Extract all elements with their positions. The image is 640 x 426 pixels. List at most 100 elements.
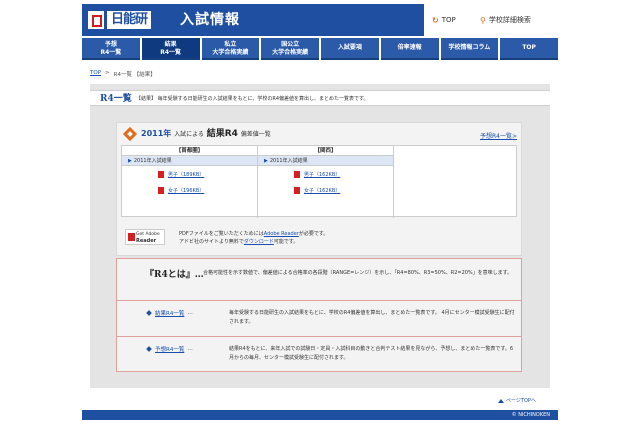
pdf-icon (158, 170, 164, 178)
nav-tab-line1: 国公立 (281, 41, 300, 48)
result-r4-label: 結果R4 (206, 129, 238, 139)
year-by-label: 入試による (174, 131, 204, 138)
pdf-link-boys[interactable]: 男子（189KB） (168, 171, 204, 178)
nav-tab-school-column[interactable]: 学校情報コラム (440, 38, 499, 60)
download-link[interactable]: ダウンロード (244, 239, 274, 245)
page-title: R4一覧 (100, 94, 132, 104)
badge-line1: Get Adobe (136, 232, 160, 237)
badge-line2: Reader (136, 238, 157, 244)
nav-tab-line1: 予想 (104, 41, 117, 48)
results-2011-box: 2011年 入試による 結果R4 偏差値一覧 予想R4一覧> 【首都圏】 ▶ 20… (116, 122, 522, 256)
logo-text: 日能研 (107, 11, 152, 29)
nav-tab-forecast-r4[interactable]: 予想 R4一覧 (82, 38, 140, 60)
header-search-link[interactable]: ⚲ 学校詳細検索 (480, 14, 531, 26)
breadcrumb-separator: > (105, 70, 110, 76)
get-adobe-reader-badge[interactable]: Get Adobe Reader (125, 229, 165, 245)
adobe-text2-post: 可能です。 (273, 239, 299, 245)
search-icon: ⚲ (480, 15, 486, 25)
copyright: © NICHINOKEN (511, 412, 550, 418)
adobe-text1-pre: PDFファイルをご覧いただくためには (179, 231, 264, 237)
main-nav: 予想 R4一覧 結果 R4一覧 私立 大学合格実績 国公立 大学合格実績 入試要項 倍率… (82, 38, 558, 60)
adobe-reader-note: Get Adobe Reader PDFファイルをご覧いただくためにはAdobe… (125, 227, 505, 249)
forecast-r4-link-bottom[interactable]: 予想R4一覧 (155, 345, 184, 353)
nav-tab-label: 入試要項 (337, 44, 362, 51)
site-title: 入試情報 (180, 12, 240, 28)
adobe-reader-link[interactable]: Adobe Reader (264, 231, 299, 237)
nav-tab-label: TOP (522, 44, 536, 51)
page-description: 【結果】 毎年受験する日能研生の入試結果をもとに、学校のR4偏差値を算出し、まと… (136, 96, 369, 102)
column-subheader-text: 2011年入試結果 (269, 158, 308, 164)
adobe-text2-pre: アドビ社のサイトより無料で (179, 239, 244, 245)
triangle-right-icon: ▶ (264, 158, 268, 164)
header-top-link[interactable]: ↻ TOP (432, 14, 456, 26)
page-top-label: ページTOPへ (506, 398, 536, 404)
nav-tab-line2: R4一覧 (160, 49, 182, 56)
pdf-icon (158, 186, 164, 194)
nav-tab-label: 学校情報コラム (448, 44, 491, 51)
pdf-icon (294, 170, 300, 178)
region-column-shutoken: 【首都圏】 ▶ 2011年入試結果 男子（189KB） 女子（196KB） (122, 146, 258, 218)
column-subheader: ▶ 2011年入試結果 (258, 156, 393, 166)
result-r4-description: 毎年受験する日能研生の入試結果をもとに、学校のR4偏差値を算出し、まとめた一覧表… (229, 310, 515, 325)
pdf-link-girls[interactable]: 女子（196KB） (168, 187, 204, 194)
r4-header-bar: R4一覧 【結果】 毎年受験する日能研生の入試結果をもとに、学校のR4偏差値を算… (90, 90, 550, 106)
r4-what-description: 合格可能性を示す数値で、偏差値による合格率の各段階（RANGE=レンジ）を示し、… (203, 270, 513, 276)
nav-tab-line2: R4一覧 (100, 49, 122, 56)
return-arrow-icon: ↻ (432, 15, 439, 25)
header-links: ↻ TOP ⚲ 学校詳細検索 (424, 4, 558, 36)
pdf-row: 女子（196KB） (122, 182, 257, 198)
header: 日能研 入試情報 ↻ TOP ⚲ 学校詳細検索 (82, 4, 558, 36)
nav-tab-line2: 大学合格実績 (272, 49, 309, 56)
page-top-link[interactable]: ページTOPへ (498, 397, 536, 404)
nav-tab-public-univ[interactable]: 国公立 大学合格実績 (261, 38, 319, 60)
diamond-bullet-icon (122, 126, 138, 142)
year-label: 2011年 (141, 129, 172, 138)
page: 日能研 入試情報 ↻ TOP ⚲ 学校詳細検索 予想 R4一覧 結果 R4一覧 私立… (0, 0, 640, 426)
column-subheader: ▶ 2011年入試結果 (122, 156, 257, 166)
nav-tab-line1: 私立 (224, 41, 237, 48)
breadcrumb-top-link[interactable]: TOP (90, 70, 101, 78)
diamond-bullet-icon (146, 346, 152, 352)
region-column-kansai: 【関西】 ▶ 2011年入試結果 男子（162KB） 女子（162KB） (258, 146, 394, 218)
pdf-icon (294, 186, 300, 194)
up-arrow-icon (498, 398, 504, 403)
result-r4-link[interactable]: 結果R4一覧 (155, 309, 184, 317)
content-panel: R4一覧 【結果】 毎年受験する日能研生の入試結果をもとに、学校のR4偏差値を算… (90, 84, 550, 388)
column-header: 【関西】 (258, 146, 393, 156)
nav-tab-label: 倍率速報 (397, 44, 422, 51)
nav-tab-private-univ[interactable]: 私立 大学合格実績 (201, 38, 260, 60)
breadcrumb-current: R4一覧 【結果】 (113, 72, 156, 78)
forecast-r4-link[interactable]: 予想R4一覧> (480, 131, 517, 140)
column-header: 【首都圏】 (122, 146, 257, 156)
pdf-link-girls[interactable]: 女子（162KB） (304, 187, 340, 194)
column-subheader-text: 2011年入試結果 (133, 158, 172, 164)
diamond-bullet-icon (146, 310, 152, 316)
nav-tab-ratio-news[interactable]: 倍率速報 (380, 38, 439, 60)
nav-tab-admission-guide[interactable]: 入試要項 (321, 38, 379, 60)
ellipsis: … (187, 346, 193, 352)
pdf-row: 男子（162KB） (258, 166, 393, 182)
result-r4-item: 結果R4一覧… (146, 309, 193, 317)
nav-tab-line1: 結果 (164, 41, 177, 48)
nav-tab-result-r4[interactable]: 結果 R4一覧 (141, 38, 200, 60)
results-table: 【首都圏】 ▶ 2011年入試結果 男子（189KB） 女子（196KB） 【関西… (121, 145, 517, 218)
forecast-r4-section: 予想R4一覧… 結果R4をもとに、来年入試での試験日・定員・入試科目の動きと合判… (117, 337, 521, 371)
pdf-link-boys[interactable]: 男子（162KB） (304, 171, 340, 178)
footer: © NICHINOKEN (82, 410, 558, 420)
deviation-list-label: 偏差値一覧 (240, 131, 271, 138)
logo-mark-icon (88, 11, 104, 29)
header-search-label: 学校詳細検索 (488, 16, 531, 24)
result-r4-section: 結果R4一覧… 毎年受験する日能研生の入試結果をもとに、学校のR4偏差値を算出し… (117, 301, 521, 337)
r4-what-section: 『R4とは』… 合格可能性を示す数値で、偏差値による合格率の各段階（RANGE=… (117, 259, 521, 301)
r4-what-title: 『R4とは』… (145, 270, 204, 280)
pdf-row: 男子（189KB） (122, 166, 257, 182)
adobe-text: PDFファイルをご覧いただくためにはAdobe Readerが必要です。 アドビ… (179, 230, 328, 246)
nav-tab-line2: 大学合格実績 (212, 49, 249, 56)
results-2011-title: 2011年 入試による 結果R4 偏差値一覧 (141, 127, 271, 142)
nichinoken-logo[interactable]: 日能研 (88, 11, 174, 29)
r4-explanation-box: 『R4とは』… 合格可能性を示す数値で、偏差値による合格率の各段階（RANGE=… (116, 258, 522, 372)
header-top-label: TOP (441, 16, 456, 24)
forecast-r4-description: 結果R4をもとに、来年入試での試験日・定員・入試科目の動きと合判テスト結果を見な… (229, 346, 514, 361)
nav-tab-top[interactable]: TOP (500, 38, 558, 60)
forecast-r4-item: 予想R4一覧… (146, 345, 193, 353)
